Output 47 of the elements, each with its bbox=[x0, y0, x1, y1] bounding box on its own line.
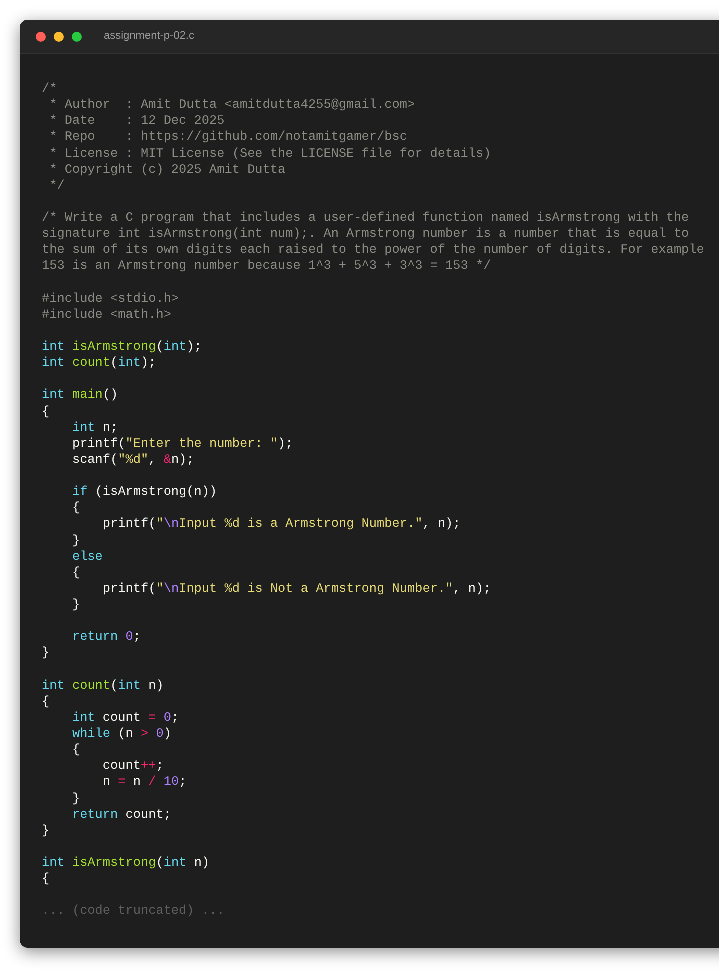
code-line: return count; bbox=[71, 806, 172, 823]
code-line: 153 is an Armstrong number because 1^3 + 5^3 + 3^3 = 153 */ bbox=[42, 258, 492, 274]
code-line: { bbox=[42, 404, 50, 420]
code-line: int count = 0; bbox=[71, 710, 180, 726]
code-line: * Repo : https://github.com/notamitgamer/bsc bbox=[48, 129, 408, 146]
code-line: int main() bbox=[42, 387, 118, 404]
code-line: { bbox=[42, 871, 50, 888]
code-line: scanf("%d", &n); bbox=[71, 452, 194, 468]
code-line: #include <stdio.h> bbox=[42, 290, 180, 307]
code-line: int count(int); bbox=[42, 355, 156, 372]
code-line: printf("\nInput %d is Not a Armstrong Number.", n); bbox=[102, 580, 492, 597]
code-line: * Copyright (c) 2025 Amit Dutta bbox=[48, 162, 286, 178]
code-line: the sum of its own digits each raised to the power of the number of digits. For example bbox=[42, 242, 704, 258]
code-line: } bbox=[42, 822, 50, 839]
code-line: } bbox=[71, 790, 80, 807]
code-line: return 0; bbox=[71, 629, 142, 646]
code-line: { bbox=[71, 500, 80, 516]
code-line: } bbox=[71, 532, 80, 549]
code-line: } bbox=[42, 645, 50, 662]
code-line: /* Write a C program that includes a user-defined function named isArmstrong with the bbox=[42, 210, 690, 226]
code-line: n = n / 10; bbox=[102, 774, 187, 790]
code-line: while (n > 0) bbox=[71, 726, 172, 742]
code-line: int n; bbox=[71, 420, 118, 436]
code-line: else bbox=[71, 548, 103, 565]
code-line: int isArmstrong(int); bbox=[42, 339, 202, 356]
code-line: #include <math.h> bbox=[42, 306, 172, 323]
close-button[interactable] bbox=[36, 32, 46, 42]
window-title: assignment-p-02.c bbox=[104, 29, 194, 44]
code-line: int count(int n) bbox=[42, 678, 164, 694]
code-line: /* bbox=[42, 81, 58, 98]
code-line: { bbox=[42, 694, 50, 710]
code-line: signature int isArmstrong(int num);. An Armstrong number is a number that is equal to bbox=[42, 226, 690, 242]
code-line: */ bbox=[48, 178, 65, 194]
minimize-button[interactable] bbox=[54, 32, 64, 42]
code-line: { bbox=[71, 564, 80, 581]
code-line: ... (code truncated) ... bbox=[42, 903, 225, 920]
code-line: int isArmstrong(int n) bbox=[42, 855, 210, 872]
code-line: * Author : Amit Dutta <amitdutta4255@gmail.com> bbox=[48, 97, 416, 114]
code-line: } bbox=[71, 597, 80, 614]
zoom-button[interactable] bbox=[72, 32, 82, 42]
code-line: if (isArmstrong(n)) bbox=[71, 484, 218, 500]
code-line: * Date : 12 Dec 2025 bbox=[48, 113, 225, 130]
code-line: printf("Enter the number: "); bbox=[71, 436, 294, 452]
code-line: printf("\nInput %d is a Armstrong Number.", n); bbox=[102, 516, 461, 532]
code-line: { bbox=[71, 742, 80, 758]
code-line: * License : MIT License (See the LICENSE file for details) bbox=[48, 146, 492, 162]
code-line: count++; bbox=[102, 758, 164, 774]
